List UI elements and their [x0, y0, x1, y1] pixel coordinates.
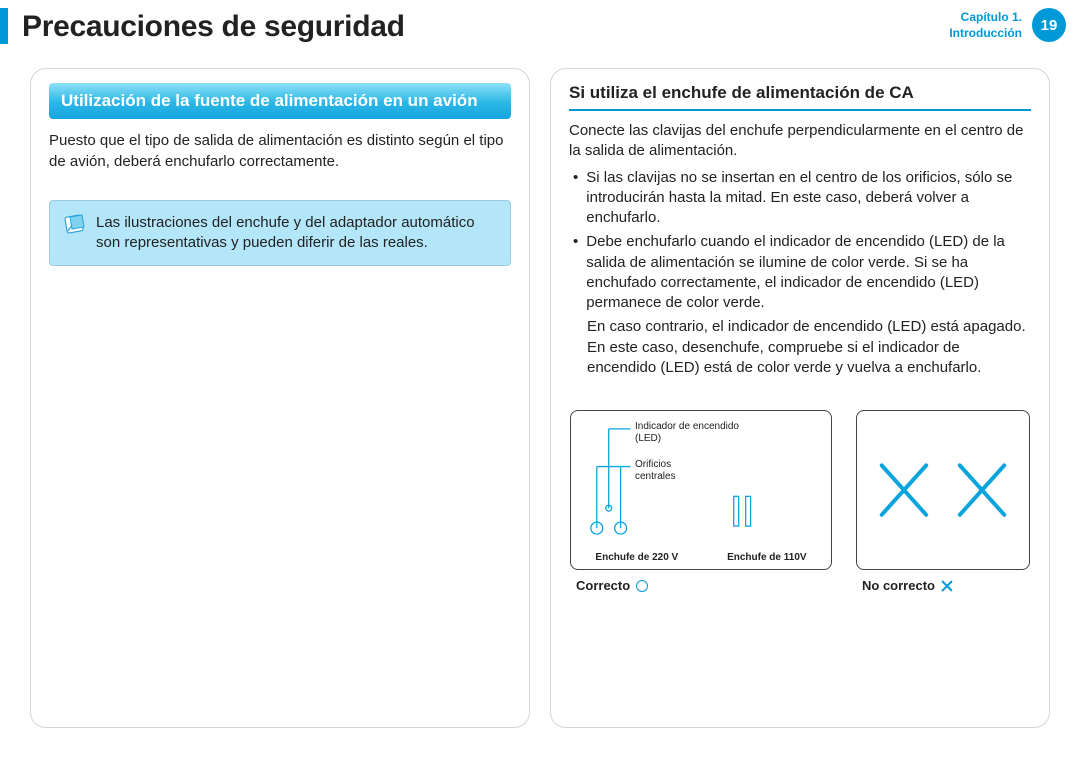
title-wrap: Precauciones de seguridad — [0, 8, 405, 44]
page-header: Precauciones de seguridad Capítulo 1. In… — [0, 0, 1080, 54]
right-column: Si utiliza el enchufe de alimentación de… — [550, 68, 1050, 728]
left-column: Utilización de la fuente de alimentación… — [30, 68, 530, 728]
verdict-correct-label: Correcto — [576, 578, 630, 593]
chapter-block: Capítulo 1. Introducción 19 — [949, 8, 1066, 42]
left-para1: Puesto que el tipo de salida de alimenta… — [49, 131, 511, 172]
plug-220-label: Enchufe de 220 V — [595, 552, 678, 563]
note-icon — [62, 211, 88, 237]
bullet-dot-icon: • — [573, 168, 578, 229]
verdict-incorrect: No correcto — [856, 578, 1030, 593]
chapter-line2: Introducción — [949, 25, 1022, 41]
page-title: Precauciones de seguridad — [22, 8, 405, 44]
bullet-dot-icon: • — [573, 232, 578, 313]
verdict-row: Correcto No correcto — [569, 578, 1031, 593]
bullet-text: Si las clavijas no se insertan en el cen… — [586, 168, 1031, 229]
plug-incorrect-diagram — [857, 411, 1029, 569]
figure-incorrect — [856, 410, 1030, 570]
chapter-label: Capítulo 1. Introducción — [949, 9, 1022, 41]
bullet-text: Debe enchufarlo cuando el indicador de e… — [586, 232, 1031, 313]
verdict-incorrect-label: No correcto — [862, 578, 935, 593]
plug-labels: Enchufe de 220 V Enchufe de 110V — [571, 552, 831, 563]
note-box: Las ilustraciones del enchufe y del adap… — [49, 200, 511, 267]
figure-correct: Indicador de encendido (LED) Orificios c… — [570, 410, 832, 570]
figures-row: Indicador de encendido (LED) Orificios c… — [569, 410, 1031, 570]
left-section-title: Utilización de la fuente de alimentación… — [49, 83, 511, 119]
bullet-item: • Si las clavijas no se insertan en el c… — [573, 168, 1031, 229]
chapter-line1: Capítulo 1. — [949, 9, 1022, 25]
note-text: Las ilustraciones del enchufe y del adap… — [96, 214, 475, 251]
side-accent — [0, 8, 8, 44]
content-columns: Utilización de la fuente de alimentación… — [0, 54, 1080, 728]
x-mark-icon — [941, 580, 953, 592]
bullet-list: • Si las clavijas no se insertan en el c… — [573, 168, 1031, 314]
circle-ok-icon — [636, 580, 648, 592]
right-section-title: Si utiliza el enchufe de alimentación de… — [569, 83, 1031, 111]
page-number-badge: 19 — [1032, 8, 1066, 42]
bullet-item: • Debe enchufarlo cuando el indicador de… — [573, 232, 1031, 313]
led-label: Indicador de encendido (LED) — [635, 421, 745, 444]
right-para2: En caso contrario, el indicador de encen… — [587, 317, 1031, 378]
holes-label: Orificios centrales — [635, 459, 705, 482]
verdict-correct: Correcto — [570, 578, 832, 593]
right-para1: Conecte las clavijas del enchufe perpend… — [569, 121, 1031, 162]
plug-110-label: Enchufe de 110V — [727, 552, 806, 563]
